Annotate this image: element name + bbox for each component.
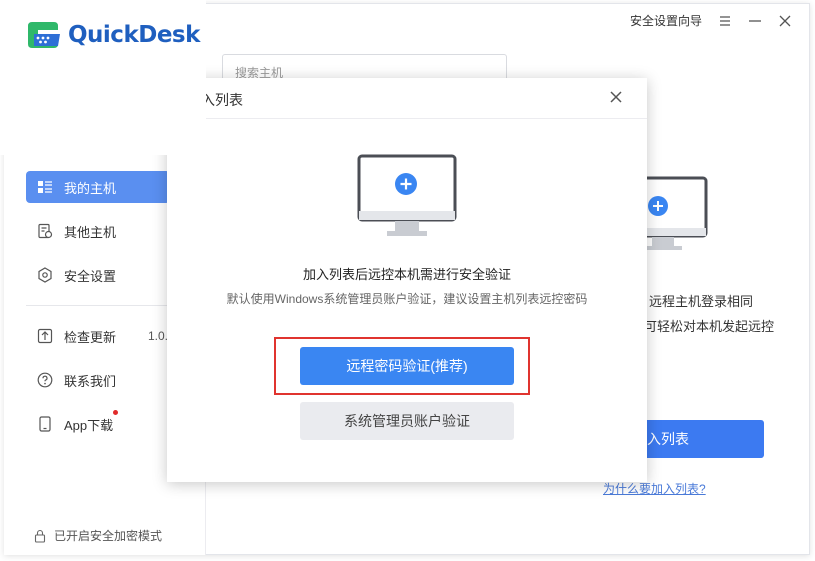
admin-account-verify-button[interactable]: 系统管理员账户验证 <box>300 402 514 440</box>
phone-icon <box>39 416 51 432</box>
monitor-illustration <box>357 154 457 236</box>
close-icon[interactable] <box>610 91 622 103</box>
app-name: QuickDesk <box>68 22 200 48</box>
sidebar-item-contact[interactable]: 联系我们 <box>26 364 170 396</box>
shield-icon <box>38 267 52 283</box>
sidebar-item-security[interactable]: 安全设置 <box>26 259 170 291</box>
sidebar-item-label: 检查更新 <box>64 329 117 345</box>
quickdesk-logo-icon <box>28 22 60 48</box>
sidebar-item-label: App下载 <box>64 417 114 433</box>
secure-mode-label: 已开启安全加密模式 <box>54 529 163 543</box>
title-bar: 安全设置向导 <box>630 12 792 29</box>
sidebar-item-label: 我的主机 <box>64 180 117 196</box>
other-host-icon <box>38 223 53 239</box>
minimize-icon[interactable] <box>748 14 762 28</box>
help-icon <box>37 372 53 388</box>
host-list-icon <box>38 181 52 193</box>
notification-dot <box>113 410 118 415</box>
close-icon[interactable] <box>778 14 792 28</box>
sidebar-item-other-hosts[interactable]: 其他主机 <box>26 215 170 247</box>
sidebar-divider <box>26 305 176 306</box>
menu-icon[interactable] <box>718 14 732 28</box>
sidebar-item-label: 安全设置 <box>64 268 117 284</box>
version-text: 1.0. <box>148 329 169 343</box>
add-to-list-dialog: 入列表 加入列表后远控本机需进行安全验证 默认使用Windows系统管理员账户验… <box>167 78 647 482</box>
dialog-description: 默认使用Windows系统管理员账户验证，建议设置主机列表远控密码 <box>226 292 588 306</box>
lock-icon <box>34 529 46 543</box>
sidebar-item-my-hosts[interactable]: 我的主机 <box>26 171 170 203</box>
dialog-divider <box>167 118 647 119</box>
sidebar-item-label: 联系我们 <box>64 373 117 389</box>
why-add-link[interactable]: 为什么要加入列表? <box>603 480 706 497</box>
logo-panel: QuickDesk <box>0 0 206 155</box>
dialog-heading: 加入列表后远控本机需进行安全验证 <box>302 267 511 282</box>
dialog-title: 入列表 <box>201 92 243 108</box>
security-wizard-link[interactable]: 安全设置向导 <box>630 12 702 29</box>
sidebar-item-label: 其他主机 <box>64 224 117 240</box>
secure-mode-status: 已开启安全加密模式 <box>34 527 162 544</box>
intro-text-line2: 可轻松对本机发起远控 <box>644 319 775 334</box>
update-icon <box>37 328 53 344</box>
app-logo: QuickDesk <box>24 18 200 52</box>
sidebar-item-app-download[interactable]: App下载 <box>26 408 170 440</box>
remote-password-verify-button[interactable]: 远程密码验证(推荐) <box>300 347 514 385</box>
